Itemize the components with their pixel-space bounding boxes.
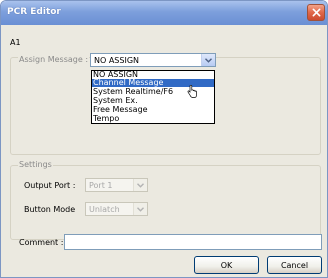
cancel-button[interactable]: Cancel: [267, 256, 322, 274]
dialog-client-area: A1 Assign Message : NO ASSIGN Settings O…: [1, 25, 327, 277]
close-icon: [312, 8, 320, 17]
chevron-down-icon: [137, 206, 144, 212]
pad-label: A1: [10, 38, 21, 47]
assign-message-value: NO ASSIGN: [94, 56, 139, 65]
button-mode-dropdown-button[interactable]: [133, 203, 147, 215]
pcr-editor-window: PCR Editor A1 Assign Message : NO ASSIGN…: [0, 0, 328, 278]
assign-message-label: Assign Message :: [18, 55, 90, 64]
assign-message-dropdown-button[interactable]: [201, 54, 215, 66]
window-title: PCR Editor: [7, 7, 61, 17]
title-bar[interactable]: PCR Editor: [1, 1, 327, 25]
button-mode-label: Button Mode: [24, 205, 76, 214]
comment-input[interactable]: [64, 234, 322, 250]
output-port-label: Output Port :: [24, 181, 76, 190]
button-mode-select[interactable]: Unlatch: [85, 202, 148, 216]
close-button[interactable]: [307, 4, 325, 21]
hand-cursor-icon: [187, 85, 197, 98]
button-mode-value: Unlatch: [89, 205, 120, 214]
settings-group: [10, 165, 321, 240]
assign-option-tempo[interactable]: Tempo: [92, 115, 214, 123]
output-port-value: Port 1: [89, 181, 113, 190]
comment-label: Comment :: [19, 238, 64, 247]
ok-button[interactable]: OK: [194, 256, 259, 274]
chevron-down-icon: [205, 57, 212, 63]
output-port-dropdown-button[interactable]: [133, 179, 147, 191]
settings-group-title: Settings: [18, 160, 53, 169]
output-port-select[interactable]: Port 1: [85, 178, 148, 192]
chevron-down-icon: [137, 182, 144, 188]
assign-message-select[interactable]: NO ASSIGN: [90, 53, 216, 67]
assign-option-free-message[interactable]: Free Message: [92, 106, 214, 114]
